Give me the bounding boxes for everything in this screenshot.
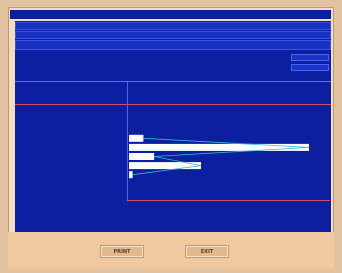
histogram-bar bbox=[129, 171, 133, 179]
print-button[interactable]: PRINT bbox=[100, 245, 144, 258]
side-field bbox=[291, 64, 329, 71]
trend-line bbox=[132, 137, 310, 176]
histogram bbox=[129, 134, 310, 179]
header-row-1 bbox=[15, 22, 331, 30]
header-row-3 bbox=[15, 40, 331, 50]
exit-button[interactable]: EXIT bbox=[185, 245, 229, 258]
header-row-2 bbox=[15, 31, 331, 39]
side-field bbox=[291, 54, 329, 61]
histogram-bar bbox=[129, 134, 144, 142]
data-table bbox=[15, 81, 331, 210]
histogram-bar bbox=[129, 143, 309, 151]
button-bar: PRINT EXIT bbox=[8, 232, 334, 269]
histogram-bar bbox=[129, 153, 155, 160]
title-bar bbox=[10, 10, 331, 19]
